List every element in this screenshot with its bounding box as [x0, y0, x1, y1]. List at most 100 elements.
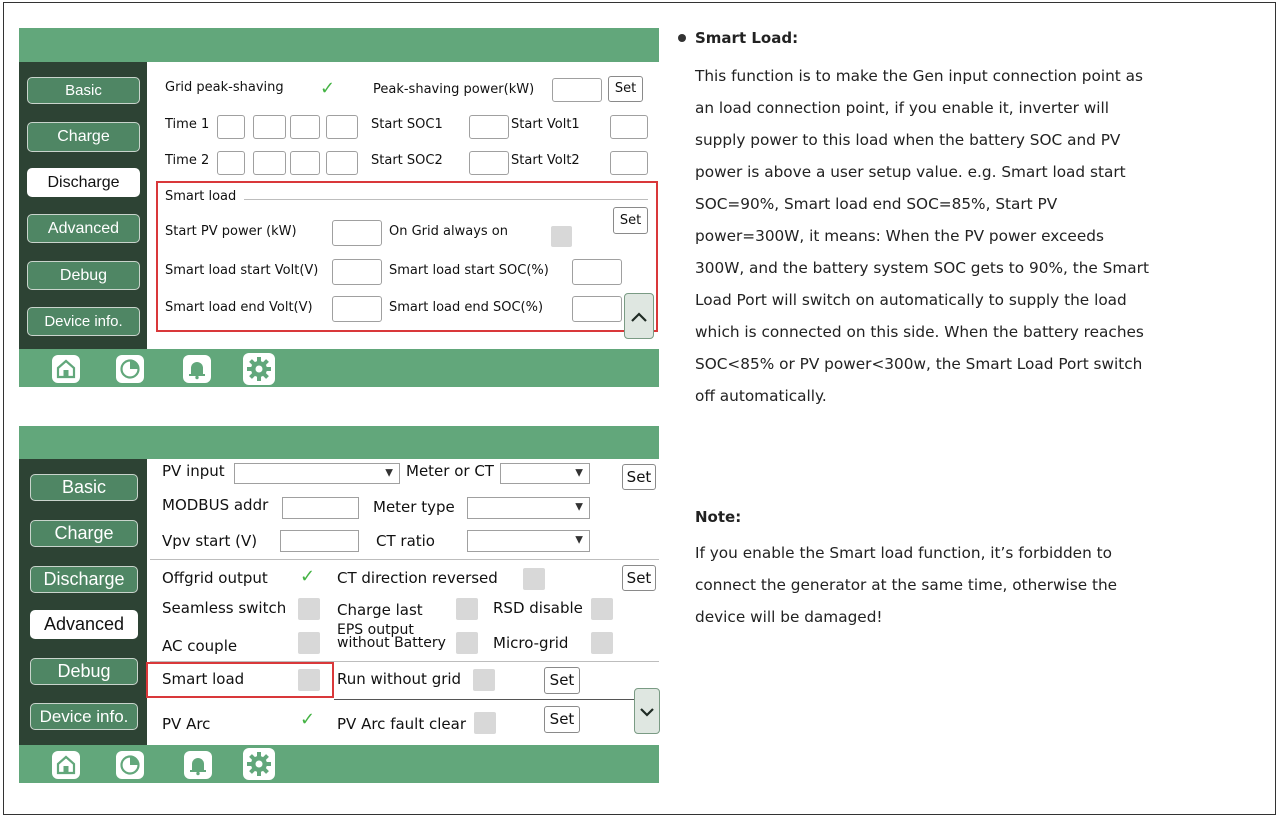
ct-ratio-label: CT ratio	[376, 532, 435, 550]
smart-load-checkbox[interactable]	[298, 669, 320, 691]
pv-input-label: PV input	[162, 462, 225, 480]
pv-arc-fault-clear-checkbox[interactable]	[474, 712, 496, 734]
peak-shaving-power-input[interactable]	[552, 78, 602, 102]
home-icon[interactable]	[52, 355, 80, 383]
charge-last-checkbox[interactable]	[456, 598, 478, 620]
smart-load-group-title: Smart load	[165, 189, 237, 204]
meter-type-select[interactable]: ▼	[467, 497, 590, 519]
sidebar-item-advanced[interactable]: Advanced	[27, 214, 140, 243]
start-soc1-input[interactable]	[469, 115, 509, 139]
chevron-up-icon	[631, 312, 647, 322]
sidebar-item-charge[interactable]: Charge	[30, 520, 138, 547]
start-soc2-input[interactable]	[469, 151, 509, 175]
start-soc1-label: Start SOC1	[371, 117, 443, 132]
start-pv-power-input[interactable]	[332, 220, 382, 246]
smart-load-set-button[interactable]: Set	[613, 207, 648, 234]
description-line: This function is to make the Gen input c…	[695, 67, 1143, 85]
sidebar-item-basic[interactable]: Basic	[27, 77, 140, 104]
bell-icon[interactable]	[184, 751, 212, 779]
sidebar-item-debug[interactable]: Debug	[27, 261, 140, 290]
description-line: SOC<85% or PV power<300w, the Smart Load…	[695, 355, 1143, 373]
peak-shaving-set-button[interactable]: Set	[608, 76, 643, 102]
ct-ratio-select[interactable]: ▼	[467, 530, 590, 552]
vpv-start-input[interactable]	[280, 530, 359, 552]
note-heading: Note:	[695, 508, 742, 526]
bottom-nav-bar	[19, 745, 659, 783]
smart-load-end-soc-label: Smart load end SOC(%)	[389, 300, 544, 315]
grid-peak-shaving-label: Grid peak-shaving	[165, 80, 284, 95]
rsd-disable-checkbox[interactable]	[591, 598, 613, 620]
pv-input-select[interactable]: ▼	[234, 463, 400, 484]
pv-arc-checkbox[interactable]: ✓	[298, 709, 320, 733]
micro-grid-checkbox[interactable]	[591, 632, 613, 654]
scroll-up-button[interactable]	[624, 293, 654, 339]
note-line: connect the generator at the same time, …	[695, 576, 1118, 594]
grid-peak-shaving-checkbox[interactable]: ✓	[318, 78, 340, 102]
time2-label: Time 2	[165, 153, 210, 168]
time2-field-2[interactable]	[253, 151, 286, 175]
sidebar-item-debug[interactable]: Debug	[30, 658, 138, 685]
seamless-switch-label: Seamless switch	[162, 599, 287, 617]
time1-field-1[interactable]	[217, 115, 245, 139]
charge-last-label: Charge last	[337, 601, 423, 619]
smart-load-end-volt-input[interactable]	[332, 296, 382, 322]
ct-direction-reversed-checkbox[interactable]	[523, 568, 545, 590]
sidebar-item-discharge[interactable]: Discharge	[27, 168, 140, 197]
sidebar-item-advanced[interactable]: Advanced	[30, 610, 138, 639]
note-line: device will be damaged!	[695, 608, 883, 626]
description-line: SOC=90%, Smart load end SOC=85%, Start P…	[695, 195, 1058, 213]
start-soc2-label: Start SOC2	[371, 153, 443, 168]
description-line: an load connection point, if you enable …	[695, 99, 1110, 117]
meter-or-ct-select[interactable]: ▼	[500, 463, 590, 484]
run-without-grid-checkbox[interactable]	[473, 669, 495, 691]
sidebar-item-charge[interactable]: Charge	[27, 122, 140, 152]
sidebar-item-device-info[interactable]: Device info.	[27, 307, 140, 336]
meter-type-label: Meter type	[373, 498, 455, 516]
vpv-start-label: Vpv start (V)	[162, 532, 258, 550]
sidebar	[19, 62, 147, 349]
eps-output-checkbox[interactable]	[456, 632, 478, 654]
sidebar-item-discharge[interactable]: Discharge	[30, 566, 138, 593]
start-pv-power-label: Start PV power (kW)	[165, 224, 297, 239]
run-without-grid-set-button[interactable]: Set	[544, 667, 580, 694]
start-volt1-label: Start Volt1	[511, 117, 580, 132]
home-icon[interactable]	[52, 751, 80, 779]
time1-field-2[interactable]	[253, 115, 286, 139]
ac-couple-checkbox[interactable]	[298, 632, 320, 654]
start-volt2-input[interactable]	[610, 151, 648, 175]
scroll-down-button[interactable]	[634, 688, 660, 734]
smart-load-start-soc-input[interactable]	[572, 259, 622, 285]
smart-load-start-volt-input[interactable]	[332, 259, 382, 285]
smart-load-end-soc-input[interactable]	[572, 296, 622, 322]
on-grid-always-on-checkbox[interactable]	[551, 226, 572, 247]
offgrid-output-checkbox[interactable]: ✓	[298, 566, 320, 590]
offgrid-set-button[interactable]: Set	[622, 565, 656, 591]
description-heading: Smart Load:	[695, 29, 799, 47]
top-bar	[19, 28, 659, 62]
pie-chart-icon[interactable]	[116, 751, 144, 779]
time1-field-4[interactable]	[326, 115, 358, 139]
time2-field-3[interactable]	[290, 151, 320, 175]
bell-icon[interactable]	[183, 355, 211, 383]
seamless-switch-checkbox[interactable]	[298, 598, 320, 620]
description-line: off automatically.	[695, 387, 827, 405]
sidebar-item-device-info[interactable]: Device info.	[30, 703, 138, 730]
time1-label: Time 1	[165, 117, 210, 132]
time1-field-3[interactable]	[290, 115, 320, 139]
pv-input-set-button[interactable]: Set	[622, 464, 656, 490]
smart-load-end-volt-label: Smart load end Volt(V)	[165, 300, 313, 315]
rsd-disable-label: RSD disable	[493, 599, 583, 617]
sidebar-item-basic[interactable]: Basic	[30, 474, 138, 501]
start-volt1-input[interactable]	[610, 115, 648, 139]
time2-field-1[interactable]	[217, 151, 245, 175]
pv-arc-set-button[interactable]: Set	[544, 706, 580, 733]
run-without-grid-label: Run without grid	[337, 670, 462, 688]
advanced-divider-3	[334, 699, 634, 700]
pie-chart-icon[interactable]	[116, 355, 144, 383]
gear-icon[interactable]	[243, 353, 275, 385]
start-volt2-label: Start Volt2	[511, 153, 580, 168]
time2-field-4[interactable]	[326, 151, 358, 175]
gear-icon[interactable]	[243, 748, 275, 780]
modbus-addr-input[interactable]	[282, 497, 359, 519]
description-line: which is connected on this side. When th…	[695, 323, 1144, 341]
